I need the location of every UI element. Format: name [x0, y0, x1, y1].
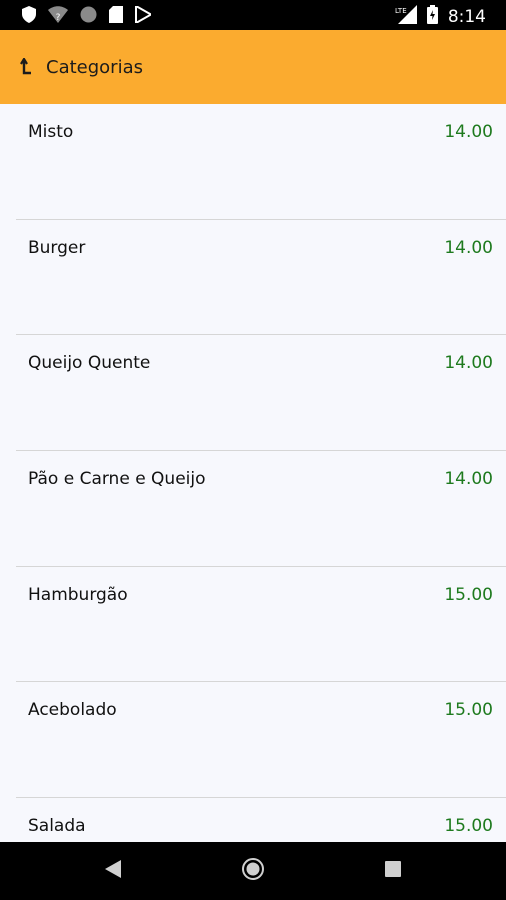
status-bar: ? LTE 8:14 — [0, 0, 506, 30]
circle-icon — [80, 6, 97, 27]
back-triangle-icon — [105, 860, 121, 882]
list-item[interactable]: Burger 14.00 — [16, 220, 506, 336]
item-price: 14.00 — [444, 353, 493, 374]
item-name: Queijo Quente — [28, 353, 151, 374]
nav-back-button[interactable] — [73, 842, 153, 900]
battery-icon — [426, 5, 438, 28]
item-price: 14.00 — [444, 469, 493, 490]
home-circle-icon — [241, 857, 265, 885]
clock: 8:14 — [447, 6, 486, 27]
back-arrow-icon[interactable] — [18, 56, 34, 78]
play-store-icon — [135, 4, 154, 27]
status-system: LTE 8:14 — [395, 5, 486, 28]
wifi-question-icon: ? — [48, 6, 68, 27]
list-item[interactable]: Salada 15.00 — [16, 798, 506, 842]
item-price: 15.00 — [444, 584, 493, 605]
list-item[interactable]: Acebolado 15.00 — [16, 682, 506, 799]
item-price: 14.00 — [444, 237, 493, 258]
item-name: Salada — [28, 816, 86, 837]
app-bar: Categorias — [0, 30, 506, 104]
lte-signal-icon: LTE — [395, 5, 417, 28]
list-item[interactable]: Misto 14.00 — [16, 104, 506, 220]
sd-card-icon — [109, 6, 123, 27]
svg-text:?: ? — [56, 13, 61, 23]
item-name: Hamburgão — [28, 584, 128, 605]
list-item[interactable]: Pão e Carne e Queijo 14.00 — [16, 451, 506, 567]
item-price: 15.00 — [444, 700, 493, 721]
nav-home-button[interactable] — [213, 842, 293, 900]
shield-icon — [22, 6, 36, 27]
list-item[interactable]: Hamburgão 15.00 — [16, 567, 506, 683]
item-name: Pão e Carne e Queijo — [28, 469, 206, 490]
item-price: 15.00 — [444, 816, 493, 837]
recents-square-icon — [385, 861, 401, 881]
nav-recents-button[interactable] — [353, 842, 433, 900]
status-notifications: ? — [22, 4, 154, 27]
svg-text:LTE: LTE — [395, 7, 407, 15]
item-price: 14.00 — [444, 122, 493, 142]
item-name: Burger — [28, 237, 86, 258]
item-name: Acebolado — [28, 700, 117, 721]
item-name: Misto — [28, 122, 74, 142]
list-item[interactable]: Queijo Quente 14.00 — [16, 335, 506, 452]
product-list: Misto 14.00 Burger 14.00 Queijo Quente 1… — [0, 104, 506, 842]
navigation-bar — [0, 842, 506, 900]
page-title: Categorias — [46, 57, 143, 78]
